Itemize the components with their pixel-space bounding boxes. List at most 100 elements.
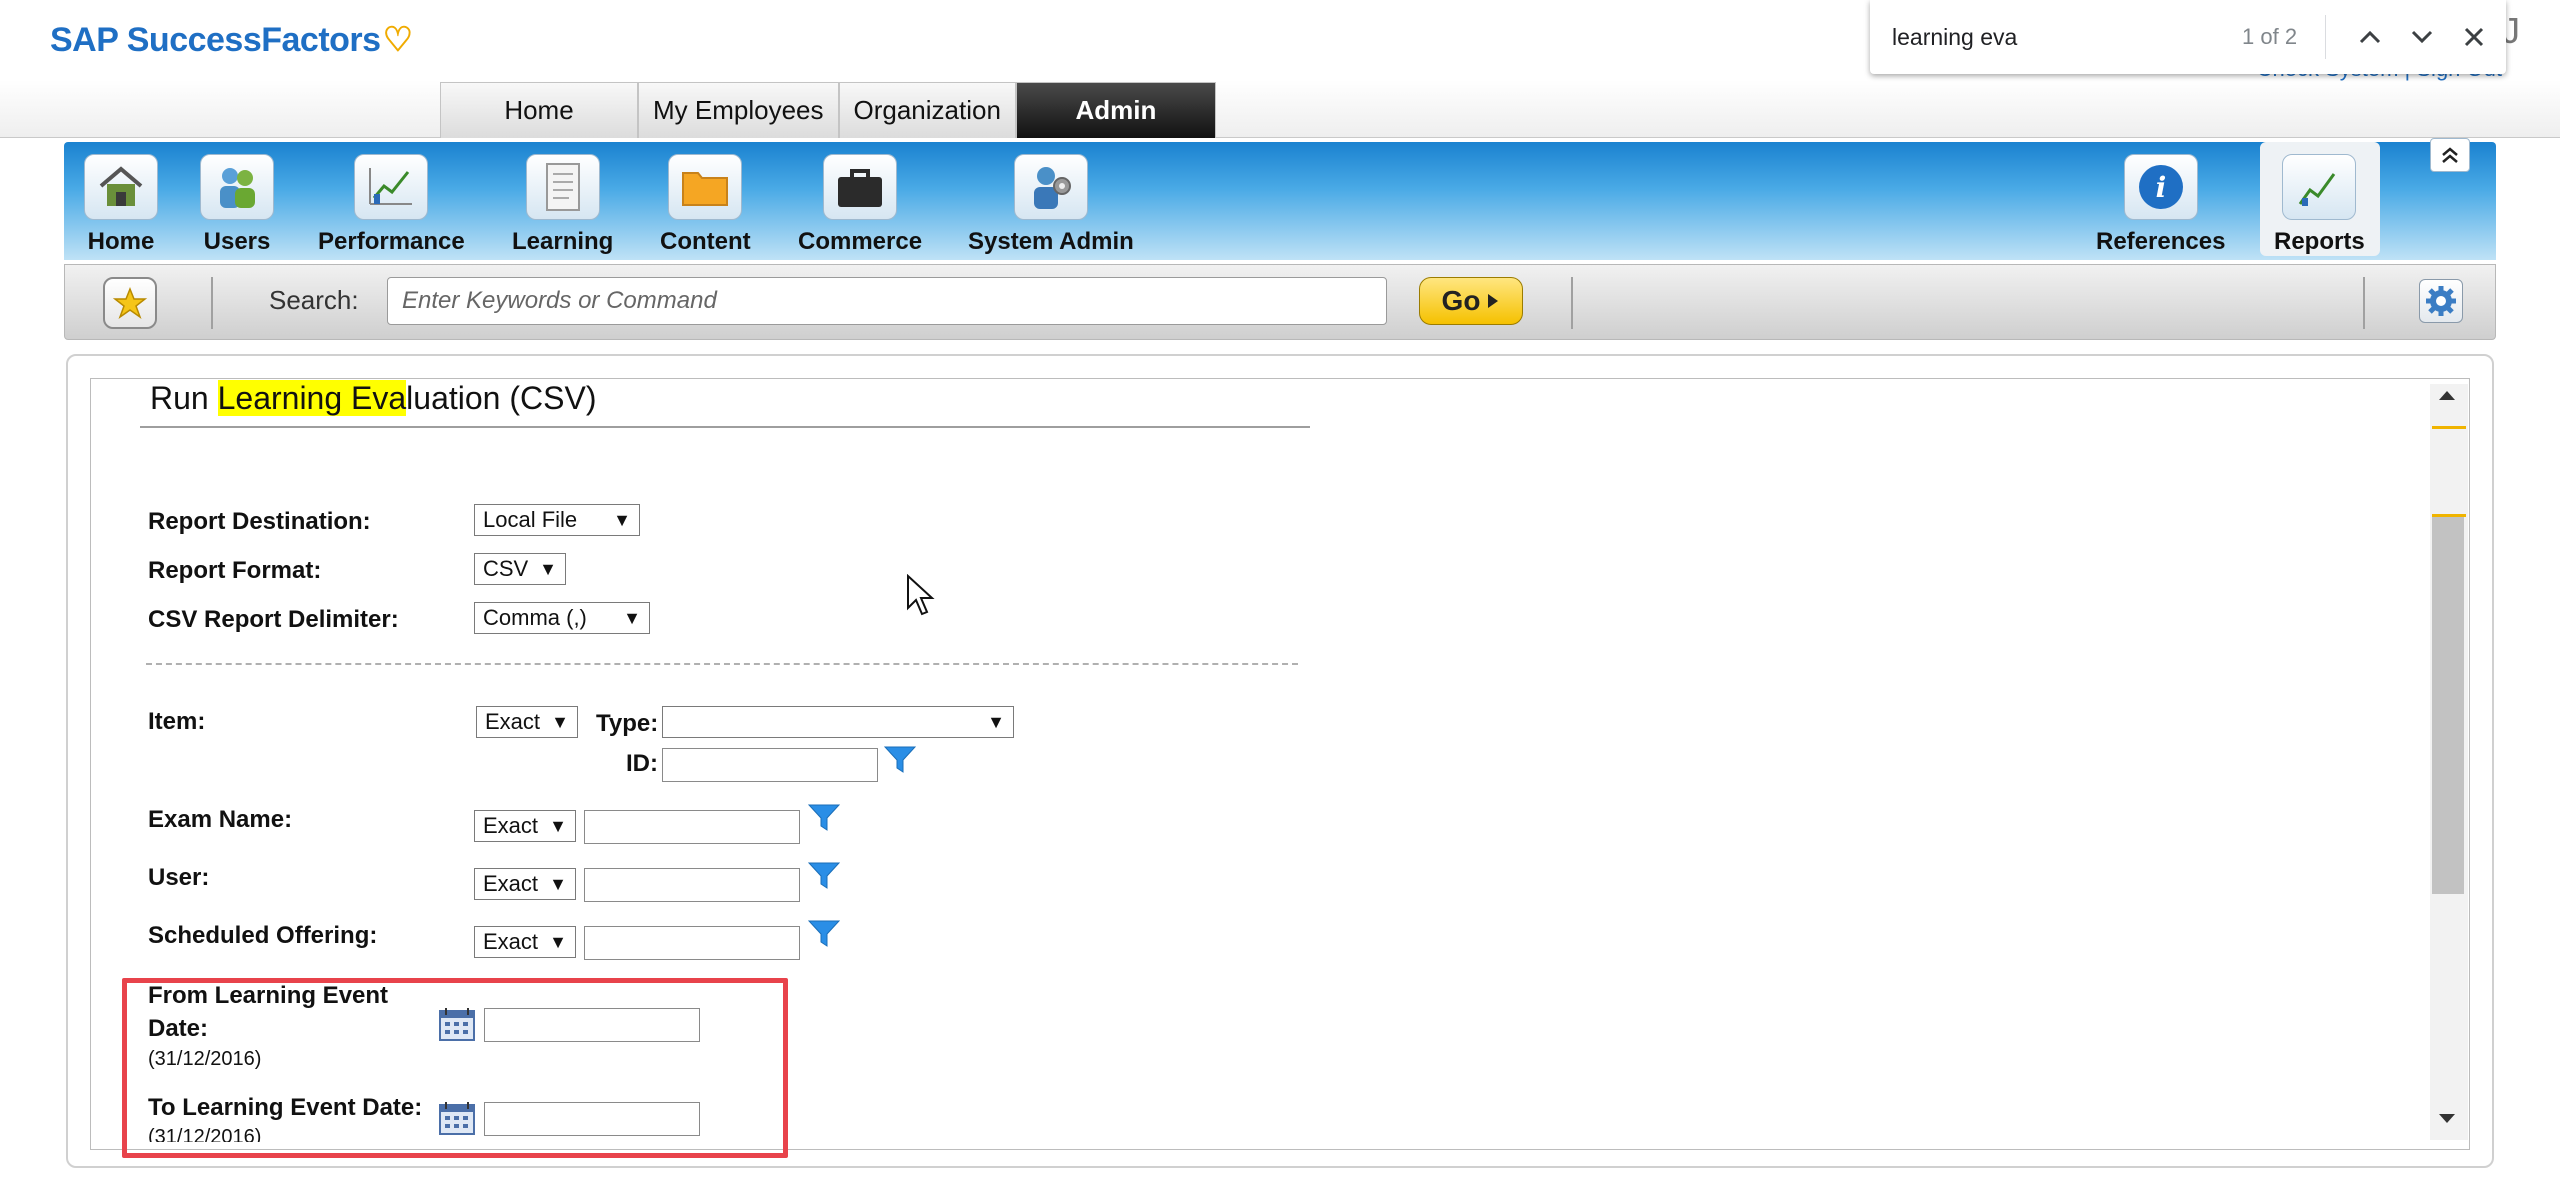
- double-chevron-up-icon: [2442, 147, 2458, 163]
- toolbar-system-admin-label: System Admin: [968, 228, 1134, 255]
- go-button[interactable]: Go: [1419, 277, 1523, 325]
- user-match-select[interactable]: Exact ▼: [474, 868, 576, 900]
- dropdown-arrow-icon: ▼: [549, 815, 567, 836]
- sap-successfactors-logo[interactable]: SAP SuccessFactors♡: [50, 20, 413, 60]
- admin-user-icon: [1013, 154, 1088, 220]
- mouse-cursor-icon: [907, 574, 935, 616]
- filter-icon[interactable]: [808, 862, 840, 890]
- gear-icon: [2426, 286, 2456, 316]
- report-destination-value: Local File: [483, 507, 578, 532]
- scheduled-offering-match-value: Exact: [483, 929, 539, 954]
- user-input[interactable]: [584, 868, 800, 902]
- performance-chart-icon: [354, 154, 429, 220]
- main-nav-tabs: Home My Employees Organization Admin: [440, 82, 1216, 138]
- find-match-marker: [2432, 514, 2466, 517]
- find-highlight: Learning Eva: [217, 380, 407, 416]
- exam-name-match-select[interactable]: Exact ▼: [474, 810, 576, 842]
- csv-delimiter-label: CSV Report Delimiter:: [148, 606, 399, 633]
- toolbar-learning-label: Learning: [512, 228, 614, 255]
- scroll-up-arrow-icon[interactable]: [2436, 388, 2458, 402]
- item-type-label: Type:: [596, 710, 659, 737]
- user-label: User:: [148, 864, 210, 891]
- toolbar-reports[interactable]: Reports: [2274, 154, 2365, 256]
- toolbar-references-label: References: [2096, 228, 2226, 255]
- exam-name-match-value: Exact: [483, 813, 539, 838]
- toolbar-home[interactable]: Home: [84, 154, 158, 256]
- item-match-select[interactable]: Exact ▼: [476, 706, 578, 738]
- close-icon: [2464, 27, 2484, 47]
- briefcase-icon: [823, 154, 898, 220]
- toolbar-learning[interactable]: Learning: [512, 154, 613, 256]
- item-label: Item:: [148, 708, 206, 735]
- folder-icon: [668, 154, 743, 220]
- toolbar-home-label: Home: [87, 228, 155, 255]
- find-match-count: 1 of 2: [2242, 24, 2298, 49]
- exam-name-input[interactable]: [584, 810, 800, 844]
- chevron-down-icon: [2411, 30, 2433, 44]
- favorites-button[interactable]: [103, 277, 157, 329]
- settings-separator: [2363, 277, 2365, 329]
- item-id-input[interactable]: [662, 748, 878, 782]
- dropdown-arrow-icon: ▼: [539, 558, 557, 579]
- toolbar-performance-label: Performance: [318, 228, 465, 255]
- scheduled-offering-input[interactable]: [584, 926, 800, 960]
- svg-text:i: i: [2155, 171, 2166, 204]
- collapse-toolbar-button[interactable]: [2430, 138, 2470, 172]
- toolbar-system-admin[interactable]: System Admin: [968, 154, 1134, 256]
- toolbar-content-label: Content: [660, 228, 751, 255]
- find-next-button[interactable]: [2402, 15, 2442, 59]
- item-match-value: Exact: [485, 709, 541, 734]
- toolbar-reports-label: Reports: [2274, 228, 2365, 255]
- users-icon: [200, 154, 274, 220]
- scheduled-offering-match-select[interactable]: Exact ▼: [474, 926, 576, 958]
- filter-icon[interactable]: [884, 746, 916, 774]
- tab-admin[interactable]: Admin: [1015, 82, 1216, 138]
- title-underline: [140, 426, 1310, 428]
- find-match-marker: [2432, 426, 2466, 429]
- search-separator-right: [1571, 277, 1573, 329]
- play-arrow-icon: [1488, 294, 1499, 308]
- csv-delimiter-value: Comma (,): [483, 605, 587, 630]
- dropdown-arrow-icon: ▼: [549, 873, 567, 894]
- report-format-label: Report Format:: [148, 557, 322, 584]
- scroll-down-arrow-icon[interactable]: [2436, 1112, 2458, 1126]
- search-separator-left: [211, 277, 213, 329]
- go-button-label: Go: [1441, 285, 1481, 316]
- item-id-label: ID:: [626, 750, 658, 777]
- filter-icon[interactable]: [808, 920, 840, 948]
- browser-find-bar: 1 of 2: [1870, 0, 2506, 74]
- search-input[interactable]: [387, 277, 1387, 325]
- search-bar: Search: Go: [64, 264, 2496, 340]
- tab-my-employees[interactable]: My Employees: [638, 82, 839, 138]
- info-icon: i: [2123, 154, 2198, 220]
- report-format-select[interactable]: CSV ▼: [474, 553, 566, 585]
- tab-home[interactable]: Home: [440, 82, 638, 138]
- home-icon: [84, 154, 158, 220]
- filter-icon[interactable]: [808, 804, 840, 832]
- toolbar-users[interactable]: Users: [200, 154, 274, 256]
- scrollbar-thumb[interactable]: [2432, 516, 2464, 894]
- csv-delimiter-select[interactable]: Comma (,) ▼: [474, 602, 650, 634]
- title-suffix: luation (CSV): [406, 380, 597, 416]
- toolbar-commerce[interactable]: Commerce: [798, 154, 922, 256]
- scheduled-offering-label: Scheduled Offering:: [148, 922, 378, 949]
- find-input[interactable]: [1892, 23, 2188, 51]
- report-destination-select[interactable]: Local File ▼: [474, 504, 640, 536]
- tab-organization[interactable]: Organization: [838, 82, 1016, 138]
- toolbar-performance[interactable]: Performance: [318, 154, 465, 256]
- find-close-button[interactable]: [2454, 15, 2494, 59]
- search-label: Search:: [269, 285, 359, 315]
- toolbar-references[interactable]: i References: [2096, 154, 2225, 256]
- exam-name-label: Exam Name:: [148, 806, 293, 833]
- find-previous-button[interactable]: [2350, 15, 2390, 59]
- user-match-value: Exact: [483, 871, 539, 896]
- toolbar-users-label: Users: [203, 228, 271, 255]
- item-type-select[interactable]: ▼: [662, 706, 1014, 738]
- report-format-value: CSV: [483, 556, 529, 581]
- title-prefix: Run: [150, 380, 218, 416]
- toolbar-content[interactable]: Content: [660, 154, 751, 256]
- settings-button[interactable]: [2419, 279, 2463, 323]
- heart-icon: ♡: [382, 21, 413, 59]
- find-divider: [2325, 15, 2326, 59]
- section-divider: [146, 663, 1298, 665]
